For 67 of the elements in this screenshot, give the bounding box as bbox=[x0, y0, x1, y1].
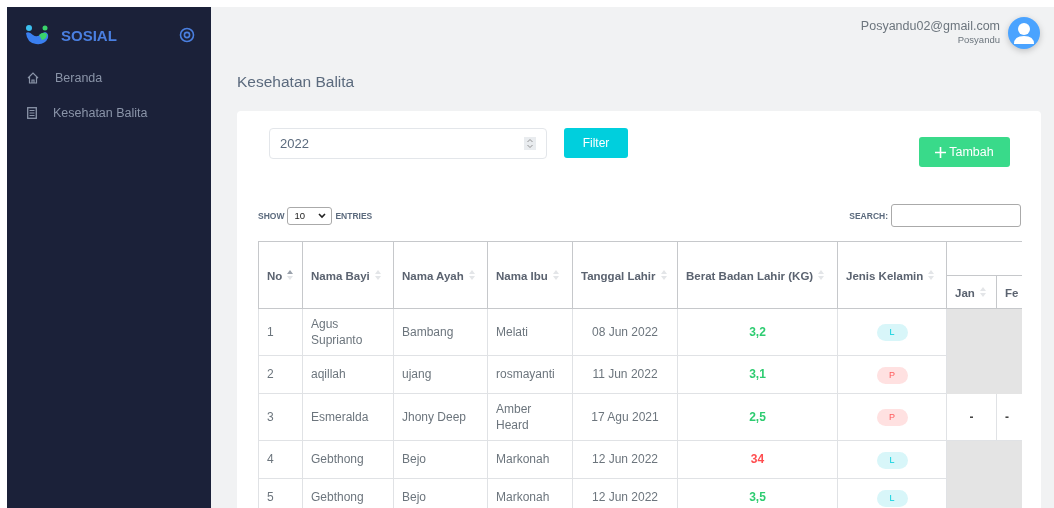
column-header[interactable]: Tanggal Lahir bbox=[572, 241, 678, 309]
avatar-icon[interactable] bbox=[1008, 17, 1040, 49]
brand-name: SOSIAL bbox=[61, 26, 118, 44]
table-cell: ujang bbox=[393, 355, 488, 394]
gender-badge: L bbox=[876, 451, 908, 469]
table-cell: 5 bbox=[258, 478, 303, 508]
column-header[interactable]: Nama Ayah bbox=[393, 241, 488, 309]
target-icon[interactable] bbox=[179, 27, 195, 43]
column-header[interactable]: Berat Badan Lahir (KG) bbox=[677, 241, 838, 309]
nav-item[interactable]: Beranda bbox=[7, 67, 211, 89]
table-cell: 08 Jun 2022 bbox=[572, 308, 678, 356]
table-cell: - bbox=[946, 393, 997, 441]
sort-icon bbox=[818, 269, 825, 282]
show-label: SHOW bbox=[258, 210, 285, 221]
table-cell: 3,1 bbox=[677, 355, 838, 394]
gender-badge: P bbox=[876, 366, 908, 384]
table-cell: Bejo bbox=[393, 440, 488, 479]
plus-icon bbox=[935, 146, 947, 158]
table-cell: 3 bbox=[258, 393, 303, 441]
nav-item[interactable]: Kesehatan Balita bbox=[7, 102, 211, 124]
sort-icon bbox=[928, 269, 935, 282]
table-cell: 1 bbox=[258, 308, 303, 356]
table-cell: Markonah bbox=[487, 440, 573, 479]
table-cell: Esmeralda bbox=[302, 393, 394, 441]
table-cell: 2 bbox=[258, 355, 303, 394]
column-header[interactable]: Nama Bayi bbox=[302, 241, 394, 309]
table-cell: 4 bbox=[258, 440, 303, 479]
table-cell: 12 Jun 2022 bbox=[572, 440, 678, 479]
user-email: Posyandu02@gmail.com bbox=[860, 19, 1000, 33]
search-label: SEARCH: bbox=[849, 210, 888, 221]
document-icon bbox=[27, 107, 37, 119]
table-cell: Agus Suprianto bbox=[302, 308, 394, 356]
table-cell: 17 Agu 2021 bbox=[572, 393, 678, 441]
table-cell: Melati bbox=[487, 308, 573, 356]
year-input[interactable]: 2022 bbox=[269, 128, 547, 159]
sort-icon bbox=[979, 286, 986, 299]
table-cell: Amber Heard bbox=[487, 393, 573, 441]
table-cell: 11 Jun 2022 bbox=[572, 355, 678, 394]
caret-icon bbox=[318, 212, 327, 219]
table-cell: 2,5 bbox=[677, 393, 838, 441]
search-field[interactable] bbox=[891, 204, 1021, 227]
table-cell: Jhony Deep bbox=[393, 393, 488, 441]
user-role: Posyandu bbox=[957, 34, 1000, 45]
gender-badge: P bbox=[876, 409, 908, 426]
table-cell: Gebthong bbox=[302, 440, 394, 479]
table-cell: aqillah bbox=[302, 355, 394, 394]
entries-label: ENTRIES bbox=[335, 210, 373, 221]
entries-select[interactable]: 10 bbox=[287, 206, 333, 225]
logo-icon bbox=[25, 25, 49, 45]
sort-icon bbox=[374, 269, 381, 282]
column-header[interactable]: Jan bbox=[946, 275, 997, 309]
sort-icon bbox=[468, 269, 475, 282]
table-cell: Bambang bbox=[393, 308, 488, 356]
table-cell: 3,2 bbox=[677, 308, 838, 356]
sort-icon bbox=[660, 269, 667, 282]
column-header[interactable]: No bbox=[258, 241, 303, 309]
page-title: Kesehatan Balita bbox=[237, 73, 356, 91]
column-header[interactable]: Jenis Kelamin bbox=[837, 241, 947, 309]
gender-badge: L bbox=[876, 489, 908, 507]
sort-icon bbox=[552, 269, 559, 282]
column-header[interactable]: Nama Ibu bbox=[487, 241, 573, 309]
sort-icon bbox=[287, 269, 294, 282]
gender-badge: L bbox=[876, 324, 908, 341]
spinner-icon[interactable] bbox=[524, 137, 536, 150]
table-cell: 34 bbox=[677, 440, 838, 479]
home-icon bbox=[27, 72, 39, 84]
table-cell: rosmayanti bbox=[487, 355, 573, 394]
